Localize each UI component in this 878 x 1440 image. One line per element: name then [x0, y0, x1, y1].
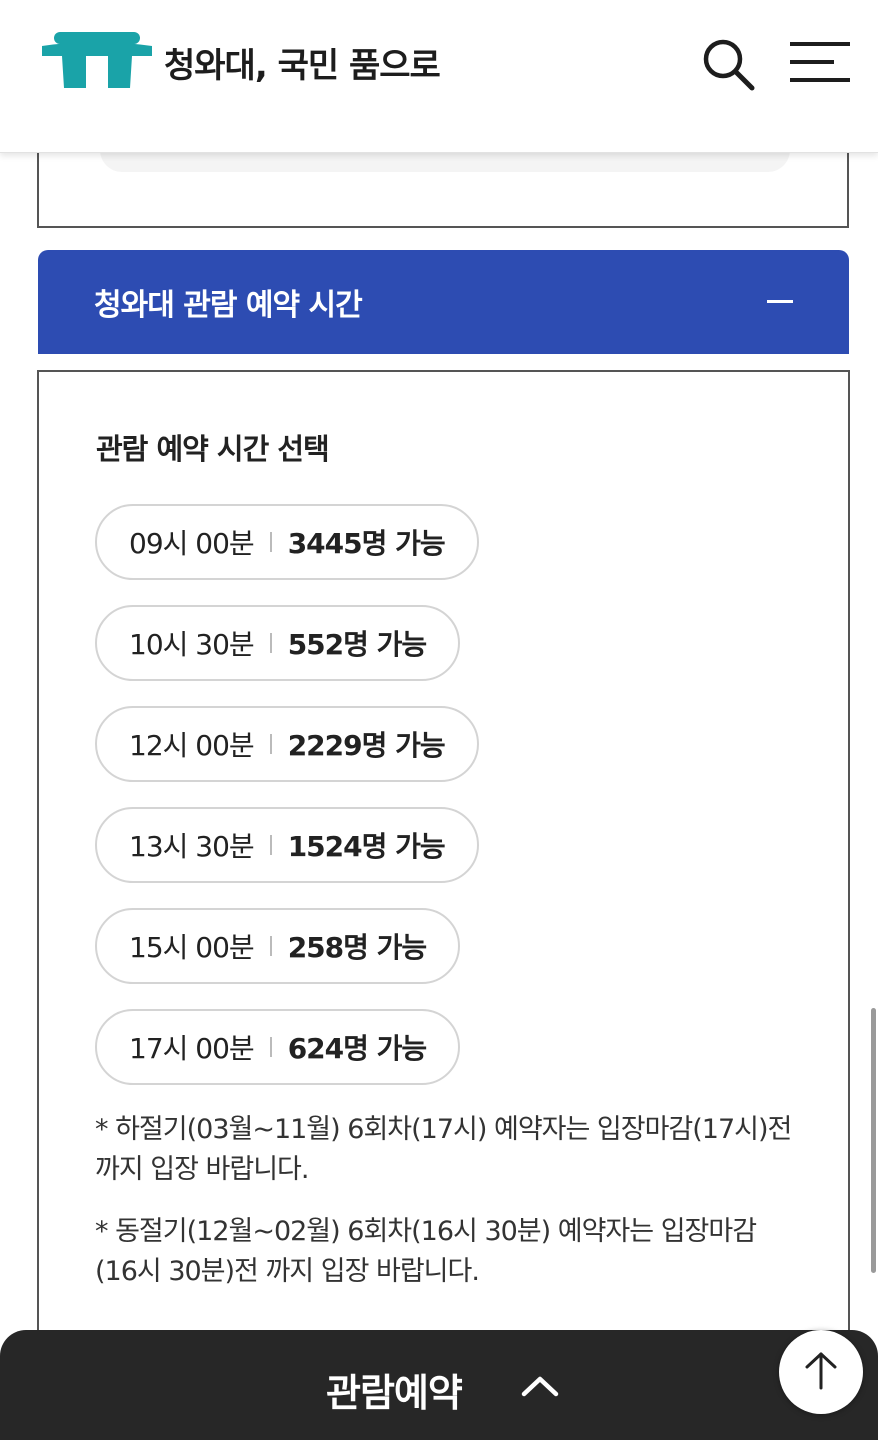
slot-divider — [269, 835, 272, 855]
reservation-time-panel: 관람 예약 시간 선택 09시 00분 3445명 가능 10시 30분 552… — [37, 370, 850, 1350]
previous-section-card-shadow — [100, 150, 790, 172]
arrow-up-icon — [805, 1352, 837, 1390]
slot-divider — [269, 936, 272, 956]
collapse-minus-icon[interactable] — [767, 300, 793, 303]
slot-divider — [269, 633, 272, 653]
site-header: 청와대, 국민 품으로 — [0, 0, 878, 153]
time-slot-button[interactable]: 10시 30분 552명 가능 — [95, 605, 461, 681]
slot-availability: 3445명 가능 — [287, 527, 446, 560]
site-title[interactable]: 청와대, 국민 품으로 — [164, 38, 441, 87]
accordion-title: 청와대 관람 예약 시간 — [94, 288, 363, 323]
slot-availability: 2229명 가능 — [287, 729, 446, 762]
slot-divider — [269, 532, 272, 552]
slot-divider — [269, 734, 272, 754]
slot-availability: 552명 가능 — [287, 628, 427, 661]
page-scrollbar[interactable] — [871, 1008, 876, 1273]
time-slot-button[interactable]: 09시 00분 3445명 가능 — [95, 504, 479, 580]
time-slot-button[interactable]: 12시 00분 2229명 가능 — [95, 706, 479, 782]
reservation-bottom-bar[interactable]: 관람예약 — [0, 1330, 878, 1440]
slot-availability: 1524명 가능 — [287, 830, 446, 863]
summer-entry-note: * 하절기(03월~11월) 6회차(17시) 예약자는 입장마감(17시)전 … — [95, 1114, 792, 1185]
winter-entry-note: * 동절기(12월~02월) 6회차(16시 30분) 예약자는 입장마감(16… — [95, 1216, 757, 1287]
slot-availability: 624명 가능 — [287, 1032, 427, 1065]
hamburger-menu-icon[interactable] — [788, 40, 852, 84]
slot-time: 15시 00분 — [129, 931, 255, 964]
slot-time: 17시 00분 — [129, 1032, 255, 1065]
reservation-time-accordion-header[interactable]: 청와대 관람 예약 시간 — [38, 250, 849, 354]
reservation-notes: * 하절기(03월~11월) 6회차(17시) 예약자는 입장마감(17시)전 … — [95, 1110, 795, 1314]
time-slot-list: 09시 00분 3445명 가능 10시 30분 552명 가능 12시 00분… — [95, 504, 479, 1110]
time-slot-button[interactable]: 17시 00분 624명 가능 — [95, 1009, 461, 1085]
search-icon[interactable] — [700, 36, 756, 92]
slot-divider — [269, 1037, 272, 1057]
blue-house-gate-logo-icon[interactable] — [40, 32, 154, 90]
section-label: 관람 예약 시간 선택 — [96, 432, 330, 466]
reservation-bar-label: 관람예약 — [326, 1371, 463, 1415]
slot-time: 10시 30분 — [129, 628, 255, 661]
time-slot-button[interactable]: 13시 30분 1524명 가능 — [95, 807, 479, 883]
slot-time: 13시 30분 — [129, 830, 255, 863]
chevron-up-icon[interactable] — [520, 1374, 560, 1398]
slot-availability: 258명 가능 — [287, 931, 427, 964]
slot-time: 12시 00분 — [129, 729, 255, 762]
time-slot-button[interactable]: 15시 00분 258명 가능 — [95, 908, 461, 984]
scroll-to-top-button[interactable] — [779, 1330, 863, 1414]
slot-time: 09시 00분 — [129, 527, 255, 560]
